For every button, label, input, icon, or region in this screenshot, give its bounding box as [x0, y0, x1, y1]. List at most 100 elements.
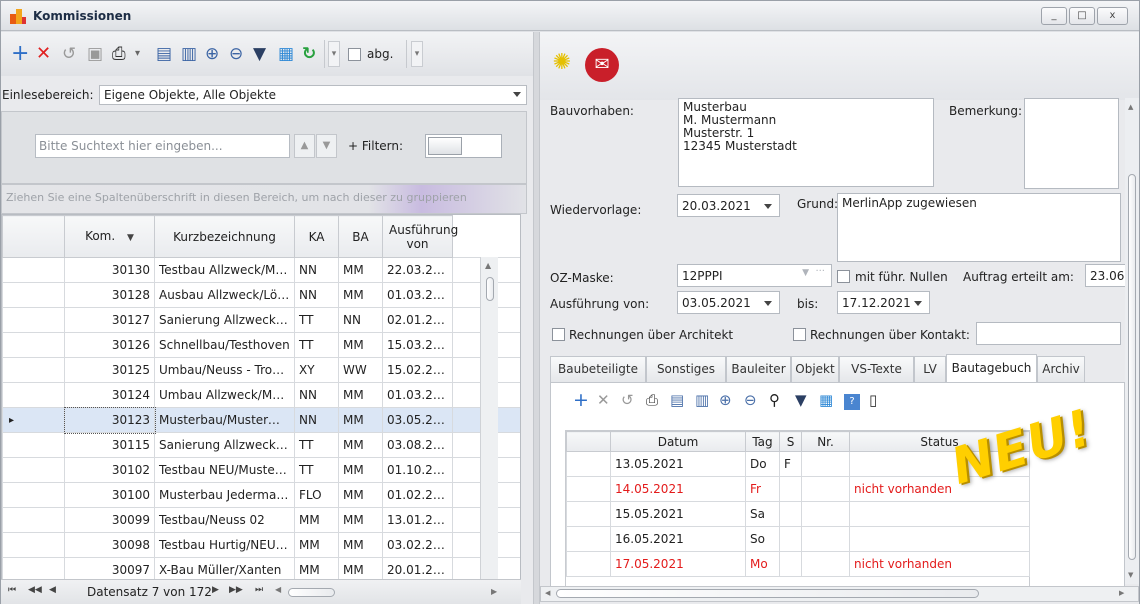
row-indicator[interactable] — [566, 526, 611, 552]
row-indicator[interactable] — [566, 476, 611, 502]
table-row[interactable]: 30099 Testbau/Neuss 02 MM MM 13.01.2020 — [2, 507, 520, 533]
chevron-down-icon[interactable] — [764, 301, 772, 306]
table-row[interactable]: 17.05.2021 Mo nicht vorhanden — [566, 551, 1030, 577]
table-row[interactable]: 15.05.2021 Sa — [566, 501, 1030, 527]
tab-lv[interactable]: LV — [914, 356, 946, 383]
add-icon[interactable]: + — [11, 43, 29, 65]
horizontal-scroll-thumb[interactable] — [288, 588, 335, 597]
wiedervorlage-date-picker[interactable]: 20.03.2021 — [677, 194, 780, 217]
toolbar-overflow-button[interactable]: ▾ — [411, 41, 423, 67]
row-indicator[interactable] — [2, 357, 65, 383]
binoculars-icon[interactable]: ⚲ — [769, 390, 780, 410]
grund-field[interactable]: MerlinApp zugewiesen — [837, 193, 1121, 262]
table-row[interactable]: 30128 Ausbau Allzweck/Lörick NN MM 01.03.202… — [2, 282, 520, 308]
table-row[interactable]: 30130Testbau Allzweck/Musterst...NNMM22.… — [2, 257, 520, 283]
row-indicator[interactable] — [2, 507, 65, 533]
auftrag-erteilt-field[interactable]: 23.06. — [1085, 264, 1129, 287]
tab-sonstiges[interactable]: Sonstiges — [646, 356, 726, 383]
chevron-down-icon[interactable]: ▼ — [802, 268, 809, 278]
grid-settings-icon[interactable]: ▦ — [278, 43, 294, 65]
chevron-down-icon[interactable] — [513, 92, 521, 97]
grid-vertical-scrollbar[interactable]: ▲ ▼ — [480, 257, 498, 594]
columns-icon[interactable]: ▥ — [181, 43, 197, 65]
next-record-icon[interactable]: ▶ — [212, 585, 219, 595]
column-header-tag[interactable]: Tag — [745, 431, 780, 452]
table-row[interactable]: 30127Sanierung Allzweck/RatingenTTNN02.0… — [2, 307, 520, 333]
row-indicator[interactable] — [2, 482, 65, 508]
maximize-button[interactable]: □ — [1069, 7, 1095, 25]
rechnung-kontakt-checkbox[interactable] — [793, 328, 806, 341]
preview-icon[interactable]: ▤ — [156, 43, 172, 65]
table-row[interactable]: 30102Testbau NEU/MusterstadtTTMM01.10.20… — [2, 457, 520, 483]
filter-toggle[interactable] — [425, 134, 502, 158]
preview-icon[interactable]: ▤ — [670, 390, 684, 410]
zoom-in-icon[interactable]: ⊕ — [205, 43, 219, 65]
ausfuehrung-bis-date-picker[interactable]: 17.12.2021 — [837, 291, 930, 314]
print-icon[interactable]: ⎙ — [646, 390, 658, 410]
mit-fuehr-nullen-checkbox[interactable] — [837, 270, 850, 283]
row-indicator[interactable] — [2, 307, 65, 333]
filter-icon[interactable]: ▼ — [795, 390, 807, 410]
title-bar[interactable]: Kommissionen _ □ x — [1, 1, 1139, 31]
columns-icon[interactable]: ▥ — [695, 390, 709, 410]
print-icon[interactable]: ⎙ — [112, 43, 126, 65]
row-indicator[interactable] — [2, 432, 65, 458]
search-next-button[interactable]: ▼ — [316, 134, 337, 158]
table-row[interactable]: 30125Umbau/Neuss - TrockenbauXYWW15.02.2… — [2, 357, 520, 383]
group-by-area[interactable]: Ziehen Sie eine Spaltenüberschrift in di… — [1, 184, 527, 214]
row-indicator[interactable] — [2, 532, 65, 558]
tab-vs-texte[interactable]: VS-Texte — [839, 356, 914, 383]
table-row[interactable]: 30126 Schnellbau/Testhoven TT MM 15.03.2021 — [2, 332, 520, 358]
table-row[interactable]: 30115Sanierung Allzweck/Muster...TTMM03.… — [2, 432, 520, 458]
column-header-ba[interactable]: BA — [338, 215, 383, 258]
chevron-down-icon[interactable] — [764, 204, 772, 209]
delete-icon[interactable]: ✕ — [36, 43, 51, 65]
minimize-button[interactable]: _ — [1041, 7, 1067, 25]
mail-blocked-icon[interactable]: ✉ — [585, 48, 619, 82]
row-indicator[interactable] — [2, 457, 65, 483]
rechnung-kontakt-field[interactable] — [976, 322, 1121, 345]
table-row[interactable]: 30098Testbau Hurtig/NEUE Adres...MMMM03.… — [2, 532, 520, 558]
row-indicator[interactable] — [2, 257, 65, 283]
more-options-icon[interactable]: ··· — [815, 266, 825, 277]
previous-page-icon[interactable]: ◀◀ — [28, 585, 42, 595]
row-indicator[interactable] — [2, 282, 65, 308]
zoom-out-icon[interactable]: ⊖ — [744, 390, 757, 410]
panel-splitter[interactable] — [533, 32, 540, 604]
table-row[interactable]: ▸ 30123 Musterbau/Mustermann NN MM 03.05.2021 — [2, 406, 520, 434]
column-header-s[interactable]: S — [779, 431, 802, 452]
chevron-down-icon[interactable] — [914, 301, 922, 306]
tab-bauleiter[interactable]: Bauleiter — [726, 356, 791, 383]
detail-vertical-scrollbar[interactable]: ▲ ▼ — [1125, 98, 1139, 584]
close-button[interactable]: x — [1097, 7, 1128, 25]
row-indicator[interactable] — [2, 332, 65, 358]
column-header-datum[interactable]: Datum — [610, 431, 746, 452]
table-row[interactable]: 30100Musterbau Jedermann/Hint...FLOMM01.… — [2, 482, 520, 508]
bauvorhaben-field[interactable]: Musterbau M. Mustermann Musterstr. 1 123… — [678, 98, 934, 187]
abgeschlossen-checkbox[interactable] — [348, 48, 361, 61]
scroll-right-icon[interactable]: ▶ — [491, 587, 497, 596]
grid-scroll-thumb[interactable] — [486, 277, 494, 301]
column-header-nr[interactable]: Nr. — [801, 431, 850, 452]
first-record-icon[interactable]: ⏮ — [8, 585, 16, 595]
last-record-icon[interactable]: ⏭ — [255, 585, 263, 595]
delete-icon[interactable]: ✕ — [597, 390, 610, 410]
tab-bautagebuch[interactable]: Bautagebuch — [946, 354, 1037, 383]
undo-icon[interactable]: ↺ — [62, 43, 76, 65]
table-row[interactable]: 16.05.2021 So — [566, 526, 1030, 552]
column-header-kurzbezeichnung[interactable]: Kurzbezeichnung — [154, 215, 295, 258]
table-row[interactable]: 30124Umbau Allzweck/MusterstadtNNMM01.03… — [2, 382, 520, 408]
column-header-ausfuehrung[interactable]: Ausführung von — [382, 215, 458, 258]
rechnung-architekt-checkbox[interactable] — [552, 328, 565, 341]
print-dropdown-icon[interactable]: ▾ — [135, 43, 140, 65]
search-previous-button[interactable]: ▲ — [294, 134, 315, 158]
detail-horizontal-thumb[interactable] — [556, 589, 979, 598]
scroll-left-icon[interactable]: ◀ — [275, 585, 281, 594]
lightbulb-icon[interactable]: ✺ — [550, 51, 574, 75]
column-header-kom[interactable]: Kom. ▼ — [64, 215, 155, 258]
filter-icon[interactable]: ▼ — [253, 43, 266, 65]
add-icon[interactable]: + — [573, 390, 589, 410]
row-indicator[interactable] — [566, 451, 611, 477]
detail-horizontal-scrollbar[interactable]: ◀ ▶ — [540, 586, 1139, 602]
row-indicator[interactable] — [2, 382, 65, 408]
